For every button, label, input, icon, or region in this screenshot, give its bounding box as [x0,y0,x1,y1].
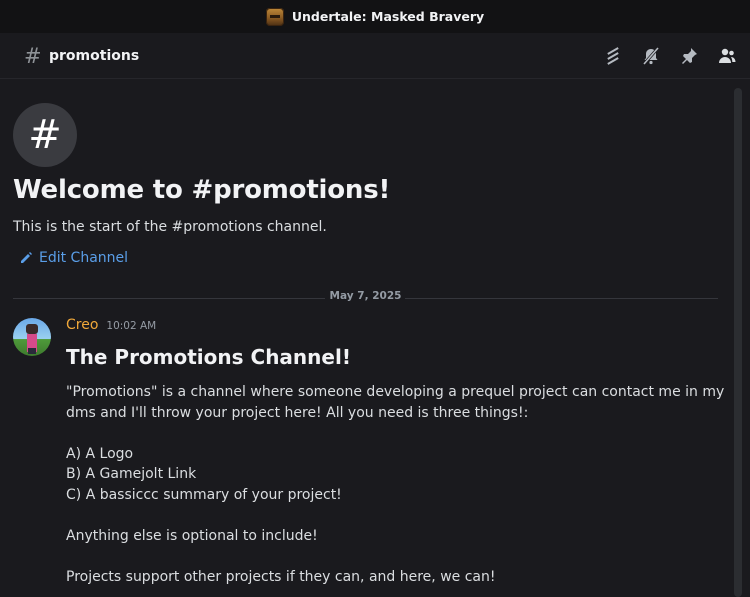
message-paragraph: "Promotions" is a channel where someone … [66,384,725,421]
edit-channel-label: Edit Channel [39,250,129,266]
channel-name: promotions [49,47,140,64]
scrollbar[interactable] [734,88,742,597]
threads-icon[interactable] [602,45,624,67]
message-author[interactable]: Creo [66,317,98,333]
channel-hash-icon: # [24,43,42,68]
welcome-subtitle: This is the start of the #promotions cha… [13,219,327,235]
divider-date: May 7, 2025 [329,290,402,302]
edit-channel-button[interactable]: Edit Channel [19,250,128,266]
date-divider: May 7, 2025 [13,290,718,306]
welcome-title: Welcome to #promotions! [13,175,391,205]
channel-welcome-hash-icon: # [13,103,77,167]
message-header: Creo 10:02 AM [66,317,156,333]
list-item: B) A Gamejolt Link [66,466,197,483]
list-item: A) A Logo [66,445,134,462]
message-body: "Promotions" is a channel where someone … [66,382,726,588]
window-title: Undertale: Masked Bravery [291,9,485,24]
pencil-icon [21,252,32,263]
window-titlebar: Undertale: Masked Bravery [0,0,750,33]
pin-icon[interactable] [678,45,700,67]
server-icon [265,7,284,26]
message-paragraph: Anything else is optional to include! [66,528,318,545]
avatar[interactable] [13,318,51,356]
channel-header: # promotions [0,33,750,79]
message-paragraph: Projects support other projects if they … [66,569,496,586]
notification-bell-muted-icon[interactable] [640,45,662,67]
message-timestamp: 10:02 AM [106,320,157,332]
header-toolbar [602,45,738,67]
list-item: C) A bassiccc summary of your project! [66,486,342,503]
message-heading: The Promotions Channel! [66,345,351,369]
member-list-icon[interactable] [716,45,738,67]
